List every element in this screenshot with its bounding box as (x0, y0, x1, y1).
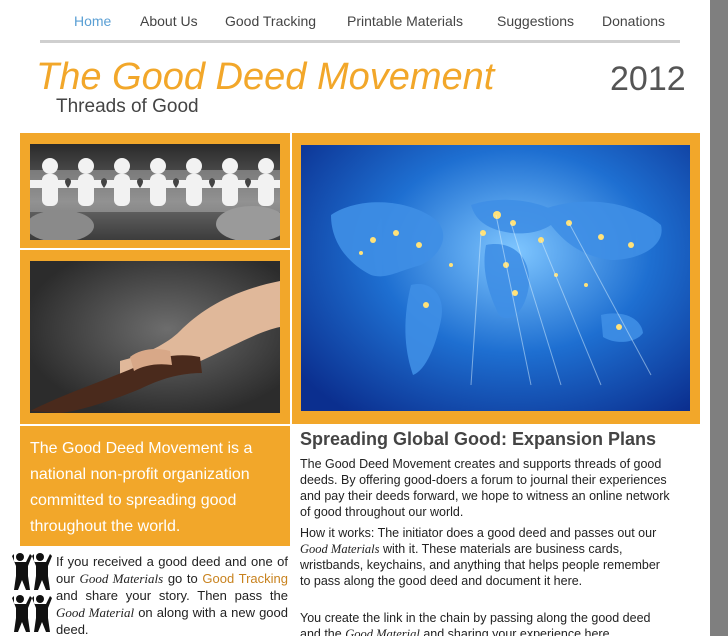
site-title: The Good Deed Movement (36, 56, 495, 98)
expansion-heading: Spreading Global Good: Expansion Plans (300, 429, 657, 449)
good-tracking-link[interactable]: Good Tracking (202, 571, 288, 586)
hands-illustration (30, 281, 280, 413)
nav-about-us[interactable]: About Us (140, 13, 198, 29)
top-nav: Home About Us Good Tracking Printable Ma… (40, 0, 680, 43)
intro-text: The Good Deed Movement is a national non… (30, 440, 253, 535)
nav-donations[interactable]: Donations (602, 13, 665, 29)
how-it-works-paragraph: How it works: The initiator does a good … (300, 526, 660, 588)
page: Home About Us Good Tracking Printable Ma… (0, 0, 710, 636)
chain-paragraph: You create the link in the chain by pass… (300, 611, 651, 636)
holding-hands-photo (30, 261, 280, 413)
year-label: 2012 (610, 60, 686, 98)
nav-suggestions[interactable]: Suggestions (497, 13, 574, 29)
received-deed-text: If you received a good deed and one of o… (56, 554, 289, 636)
scrollbar[interactable] (710, 0, 728, 636)
paper-chain-photo (30, 144, 280, 240)
paper-chain-illustration (30, 158, 280, 240)
world-map-image (301, 145, 690, 411)
nav-good-tracking[interactable]: Good Tracking (225, 13, 316, 29)
site-subtitle: Threads of Good (56, 96, 199, 117)
glowing-world-map (331, 199, 662, 386)
intro-paragraph: The Good Deed Movement creates and suppo… (300, 457, 670, 519)
nav-printable-materials[interactable]: Printable Materials (347, 13, 463, 29)
people-icon (12, 553, 52, 632)
nav-home[interactable]: Home (74, 13, 111, 29)
